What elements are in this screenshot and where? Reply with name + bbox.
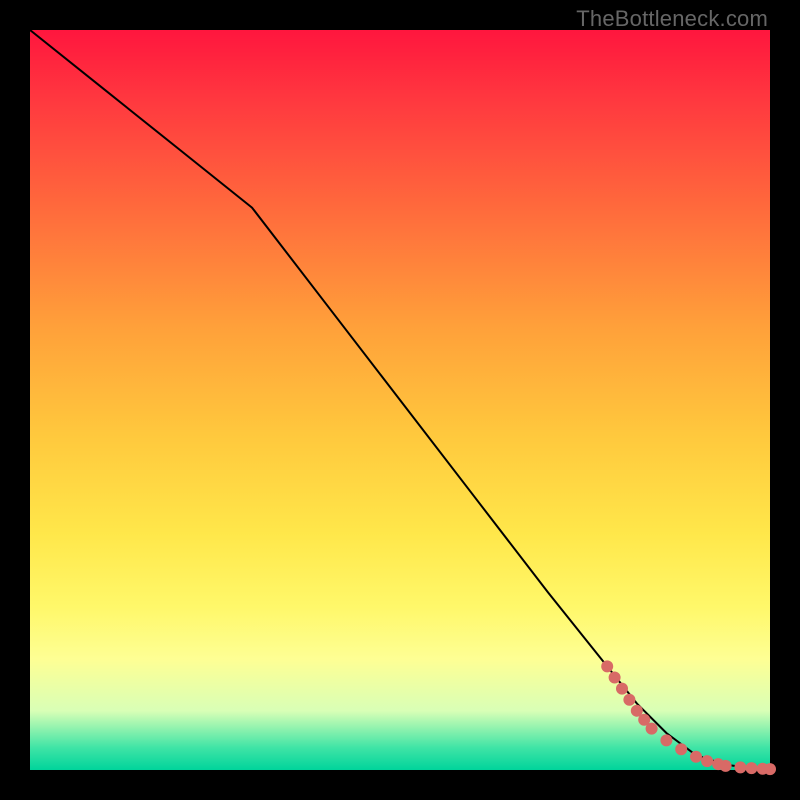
- data-point: [720, 760, 732, 772]
- data-point: [764, 763, 776, 775]
- bottleneck-curve: [30, 30, 770, 769]
- data-point: [616, 683, 628, 695]
- data-point: [734, 761, 746, 773]
- data-point: [690, 751, 702, 763]
- data-point: [660, 734, 672, 746]
- data-point: [609, 672, 621, 684]
- chart-frame: TheBottleneck.com: [0, 0, 800, 800]
- data-point: [623, 694, 635, 706]
- data-point: [646, 723, 658, 735]
- data-point: [675, 743, 687, 755]
- chart-overlay: [30, 30, 770, 770]
- data-point: [601, 660, 613, 672]
- data-points-group: [601, 660, 776, 775]
- plot-area: [30, 30, 770, 770]
- watermark-text: TheBottleneck.com: [576, 6, 768, 32]
- data-point: [701, 755, 713, 767]
- data-point: [746, 762, 758, 774]
